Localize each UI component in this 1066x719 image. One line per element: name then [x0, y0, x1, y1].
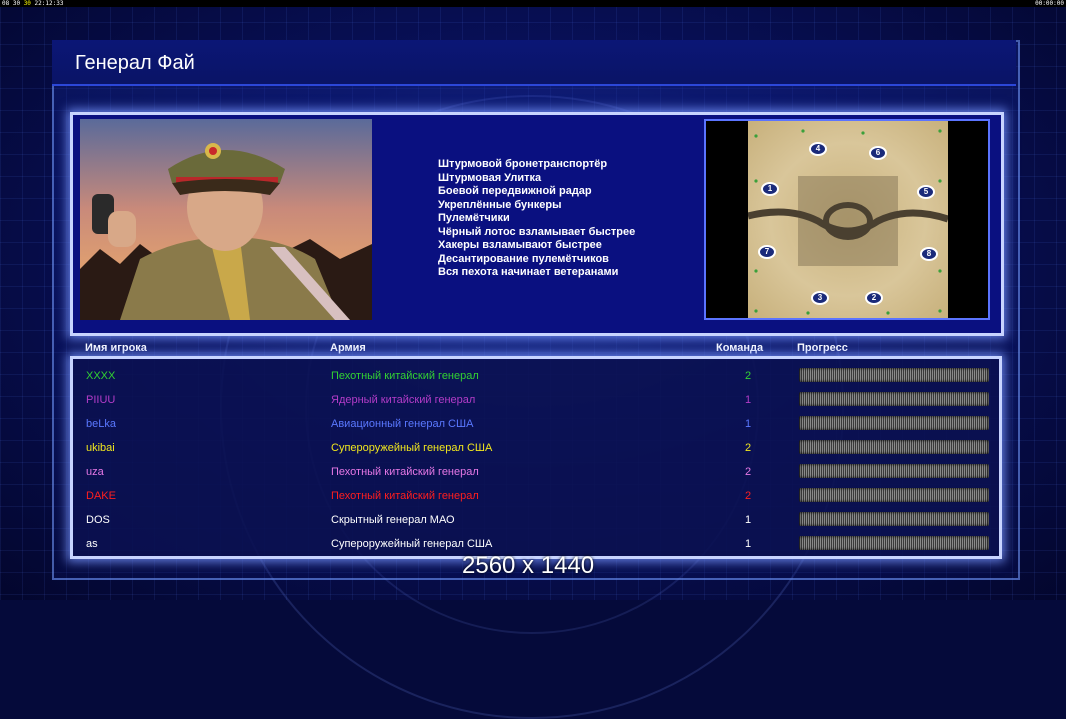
trait-item: Боевой передвижной радар	[438, 185, 592, 197]
title-bar	[52, 40, 1016, 86]
spawn-marker: 6	[869, 146, 887, 160]
loading-progress-bar	[799, 416, 989, 430]
player-army: Супероружейный генерал США	[331, 538, 493, 550]
player-name: XXXX	[86, 370, 116, 382]
loading-progress-bar	[799, 368, 989, 382]
column-header-progress: Прогресс	[797, 342, 848, 354]
player-team: 1	[745, 538, 752, 550]
trait-item: Укреплённые бункеры	[438, 198, 562, 211]
trait-item: Вся пехота начинает ветеранами	[438, 266, 619, 278]
player-team: 1	[745, 394, 752, 406]
trait-item: Хакеры взламывают быстрее	[438, 239, 602, 251]
loading-progress-bar	[799, 536, 989, 550]
hud-bar: 08 30 30 22:12:33 00:00:00	[0, 0, 1066, 7]
loading-progress-bar	[799, 512, 989, 526]
table-row: DAKE Пехотный китайский генерал 2	[73, 484, 999, 508]
spawn-marker: 1	[761, 182, 779, 196]
players-table: XXXX Пехотный китайский генерал 2 PIIUU Ядер…	[70, 356, 1002, 559]
hud-fps-2: 30	[23, 0, 31, 7]
player-name: DOS	[86, 514, 110, 526]
loading-progress-bar	[799, 392, 989, 406]
hud-timer: 00:00:00	[1035, 0, 1064, 7]
map-terrain: 4 6 1 5 7 8 3 2	[748, 121, 948, 318]
trait-item: Штурмовая Улитка	[438, 171, 542, 184]
player-army: Пехотный китайский генерал	[331, 370, 479, 382]
table-row: DOS Скрытный генерал МАО 1	[73, 508, 999, 532]
trait-item: Пулемётчики	[438, 212, 510, 224]
player-team: 1	[745, 514, 752, 526]
column-header-army: Армия	[330, 342, 366, 354]
player-army: Ядерный китайский генерал	[331, 394, 476, 406]
player-name: ukibai	[86, 442, 115, 454]
table-row: beLka Авиационный генерал США 1	[73, 412, 999, 436]
player-team: 2	[745, 442, 752, 454]
player-name: DAKE	[86, 490, 116, 502]
spawn-marker: 5	[917, 185, 935, 199]
table-row: ukibai Супероружейный генерал США 2	[73, 436, 999, 460]
spawn-marker: 8	[920, 247, 938, 261]
player-name: PIIUU	[86, 394, 116, 406]
player-team: 2	[745, 466, 752, 478]
column-header-team: Команда	[716, 342, 764, 354]
column-header-name: Имя игрока	[85, 342, 147, 354]
player-name: uza	[86, 466, 104, 478]
spawn-marker: 3	[811, 291, 829, 305]
player-name: beLka	[86, 418, 116, 430]
general-traits-list: Штурмовой бронетранспортёр Штурмовая Ули…	[438, 158, 635, 280]
trait-item: Штурмовой бронетранспортёр	[438, 158, 608, 170]
page-title: Генерал Фай	[75, 52, 195, 74]
player-name: as	[86, 538, 98, 550]
loading-progress-bar	[799, 488, 989, 502]
player-army: Пехотный китайский генерал	[331, 490, 479, 502]
resolution-watermark: 2560 x 1440	[462, 552, 595, 579]
spawn-marker: 7	[758, 245, 776, 259]
general-portrait	[80, 119, 372, 320]
player-army: Скрытный генерал МАО	[331, 514, 455, 526]
loading-progress-bar	[799, 440, 989, 454]
player-team: 2	[745, 370, 752, 382]
player-team: 1	[745, 418, 752, 430]
loading-progress-bar	[799, 464, 989, 478]
trait-item: Десантирование пулемётчиков	[438, 252, 609, 265]
table-row: uza Пехотный китайский генерал 2	[73, 460, 999, 484]
table-row: XXXX Пехотный китайский генерал 2	[73, 364, 999, 388]
player-army: Авиационный генерал США	[331, 418, 474, 430]
spawn-marker: 4	[809, 142, 827, 156]
spawn-marker: 2	[865, 291, 883, 305]
hud-fps: 08 30	[2, 0, 21, 7]
table-row: PIIUU Ядерный китайский генерал 1	[73, 388, 999, 412]
hud-clock: 22:12:33	[34, 0, 64, 7]
trait-item: Чёрный лотос взламывает быстрее	[438, 225, 636, 238]
map-preview: 4 6 1 5 7 8 3 2	[704, 119, 990, 320]
player-team: 2	[745, 490, 752, 502]
player-army: Пехотный китайский генерал	[331, 466, 479, 478]
player-army: Супероружейный генерал США	[331, 442, 493, 454]
